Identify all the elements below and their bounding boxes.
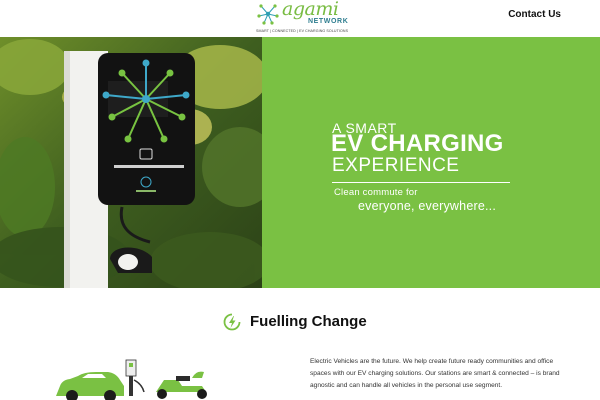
hero-heading-line-3: EXPERIENCE: [332, 155, 460, 176]
hero-subheading-line-2: everyone, everywhere...: [358, 199, 496, 213]
section-title: Fuelling Change: [250, 313, 367, 330]
charger-photo: [0, 37, 262, 288]
network-node-icon: [257, 4, 279, 25]
contact-us-link[interactable]: Contact Us: [508, 9, 561, 20]
lightning-bolt-icon: [223, 313, 241, 331]
intro-paragraph: Electric Vehicles are the future. We hel…: [310, 358, 560, 389]
logo-wordmark: agami: [282, 0, 339, 20]
agami-network-logo[interactable]: agami NETWORK SMART | CONNECTED | EV CHA…: [256, 0, 349, 35]
logo-network-word: NETWORK: [308, 18, 349, 25]
site-header: agami NETWORK SMART | CONNECTED | EV CHA…: [0, 0, 600, 37]
hero-banner: A SMART EV CHARGING EXPERIENCE Clean com…: [0, 37, 600, 288]
fuelling-change-heading-row: Fuelling Change: [0, 313, 600, 337]
hero-divider: [332, 182, 510, 183]
hero-heading-line-2: EV CHARGING: [331, 130, 504, 157]
hero-text-panel: A SMART EV CHARGING EXPERIENCE Clean com…: [262, 37, 600, 288]
hero-subheading-line-1: Clean commute for: [334, 187, 418, 198]
ev-illustration: [52, 356, 222, 400]
ev-charger-image: [0, 37, 262, 288]
logo-tagline: SMART | CONNECTED | EV CHARGING SOLUTION…: [256, 29, 349, 33]
